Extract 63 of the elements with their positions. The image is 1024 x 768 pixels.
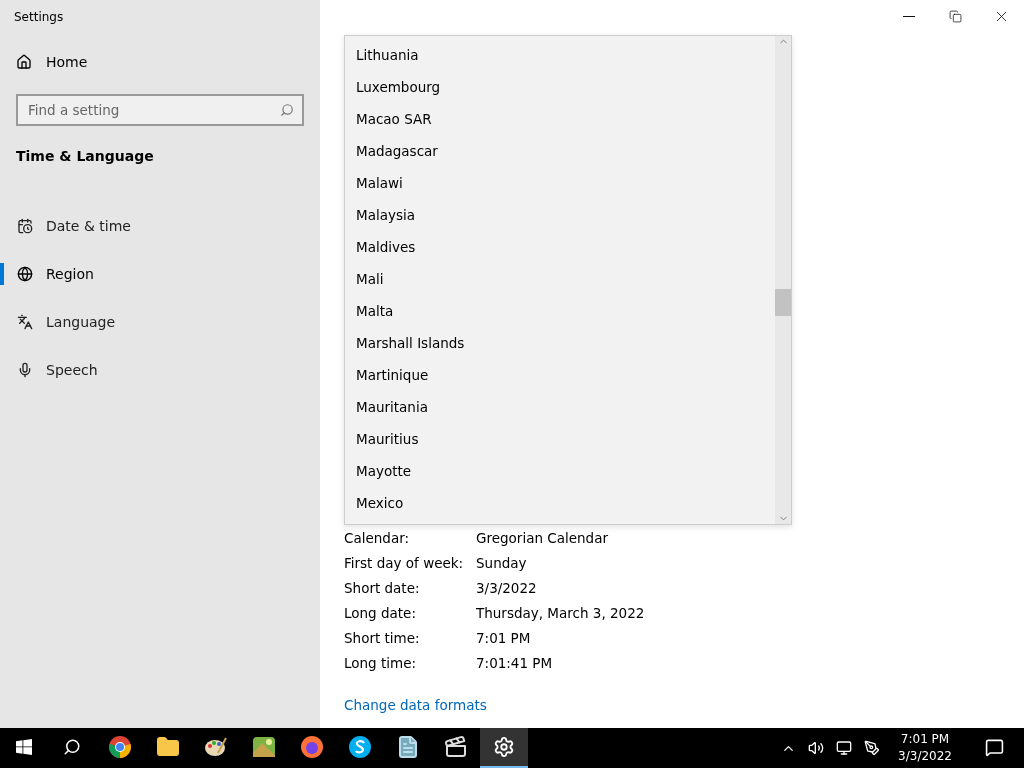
language-icon	[17, 314, 33, 330]
s-bubble-icon	[348, 735, 372, 759]
restore-icon	[948, 9, 962, 23]
section-title: Time & Language	[15, 147, 155, 166]
format-value: Gregorian Calendar	[476, 529, 608, 546]
country-option[interactable]: Malaysia	[345, 199, 775, 231]
search-field[interactable]: Find a setting	[16, 94, 304, 126]
country-option[interactable]: Mali	[345, 263, 775, 295]
scrollbar[interactable]	[775, 36, 791, 524]
windows-logo-icon	[16, 739, 32, 755]
format-value: 7:01 PM	[476, 629, 531, 646]
scrollbar-thumb[interactable]	[775, 289, 791, 316]
speaker-icon[interactable]	[808, 740, 825, 756]
country-option[interactable]: Mauritania	[345, 391, 775, 423]
globe-icon	[17, 266, 33, 282]
nav-item[interactable]: Language	[0, 298, 320, 346]
format-label: Calendar:	[344, 529, 410, 546]
format-label: Short time:	[344, 629, 421, 646]
notepad-icon	[396, 735, 420, 759]
taskbar-app[interactable]	[480, 728, 528, 768]
palette-icon	[204, 735, 228, 759]
format-value: Sunday	[476, 554, 527, 571]
format-label: Short date:	[344, 579, 421, 596]
format-label: Long time:	[344, 654, 417, 671]
country-option[interactable]: Marshall Islands	[345, 327, 775, 359]
nav-item[interactable]: Date & time	[0, 202, 320, 250]
folder-icon	[156, 735, 180, 759]
home-nav-item[interactable]: Home	[0, 44, 320, 80]
country-option[interactable]: Macao SAR	[345, 103, 775, 135]
window-title: Settings	[13, 9, 65, 26]
home-icon	[16, 54, 32, 70]
home-label: Home	[46, 54, 88, 70]
fox-globe-icon	[300, 735, 324, 759]
country-option[interactable]: Madagascar	[345, 135, 775, 167]
search-icon	[63, 738, 81, 756]
country-option[interactable]: Malta	[345, 295, 775, 327]
settings-icon	[493, 736, 515, 758]
nav-item[interactable]: Speech	[0, 346, 320, 394]
message-icon	[984, 737, 1004, 757]
pen-icon[interactable]	[864, 740, 881, 756]
change-formats-link[interactable]: Change data formats	[344, 697, 487, 713]
format-value: 3/3/2022	[476, 579, 537, 596]
minimize-icon	[903, 15, 915, 17]
country-option[interactable]: Mayotte	[345, 455, 775, 487]
format-label: Long date:	[344, 604, 417, 621]
browser-icon	[108, 735, 132, 759]
clapperboard-icon	[444, 735, 468, 759]
country-option[interactable]: Luxembourg	[345, 71, 775, 103]
country-option[interactable]: Lithuania	[345, 39, 775, 71]
country-option[interactable]: Mauritius	[345, 423, 775, 455]
calendar-clock-icon	[17, 218, 33, 234]
format-label: First day of week:	[344, 554, 465, 571]
search-icon	[280, 103, 294, 117]
format-value: Thursday, March 3, 2022	[476, 604, 645, 621]
microphone-icon	[17, 362, 33, 378]
country-option[interactable]: Martinique	[345, 359, 775, 391]
country-option[interactable]: Malawi	[345, 167, 775, 199]
network-icon[interactable]	[836, 740, 853, 756]
taskbar-clock[interactable]: 7:01 PM 3/3/2022	[898, 731, 952, 765]
format-value: 7:01:41 PM	[476, 654, 553, 671]
landscape-icon	[252, 735, 276, 759]
country-option[interactable]: Mexico	[345, 487, 775, 519]
country-option[interactable]: Maldives	[345, 231, 775, 263]
